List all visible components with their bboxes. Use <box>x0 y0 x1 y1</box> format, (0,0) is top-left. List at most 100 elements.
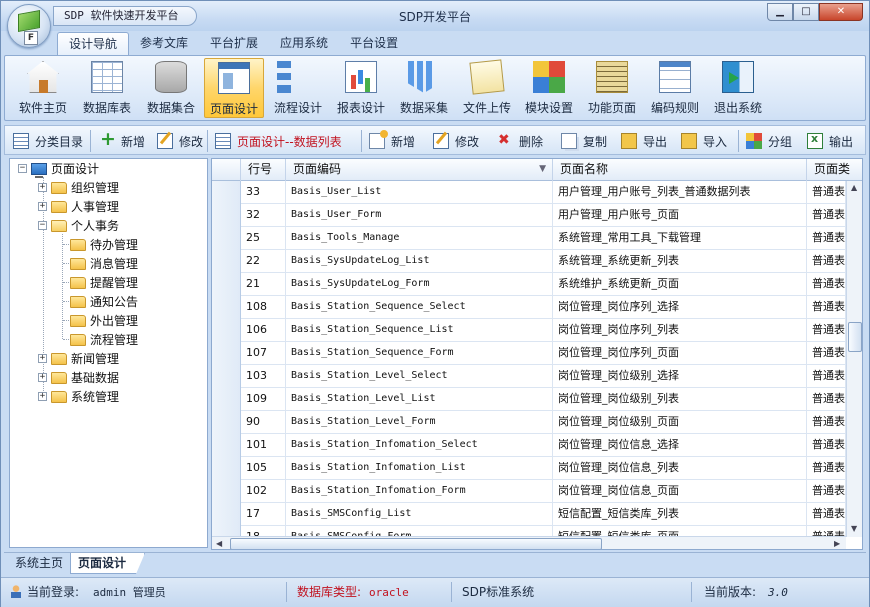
cell-name[interactable]: 用户管理_用户账号_页面 <box>553 204 807 227</box>
tree-node[interactable]: + 系统管理 <box>38 387 119 406</box>
cell-name[interactable]: 岗位管理_岗位序列_页面 <box>553 342 807 365</box>
cell-code[interactable]: Basis_SysUpdateLog_List <box>286 250 553 273</box>
tree-node[interactable]: + 组织管理 <box>38 178 119 197</box>
column-header-row-no[interactable]: 行号 <box>241 159 286 181</box>
ribbon-flow-design-button[interactable]: 流程设计 <box>268 58 328 118</box>
row-header[interactable] <box>212 273 241 296</box>
ribbon-page-design-button[interactable]: 页面设计 <box>204 58 264 118</box>
cell-type[interactable]: 普通表 <box>807 434 846 457</box>
cell-code[interactable]: Basis_Tools_Manage <box>286 227 553 250</box>
cell-name[interactable]: 岗位管理_岗位序列_选择 <box>553 296 807 319</box>
cell-no[interactable]: 25 <box>241 227 286 250</box>
cell-no[interactable]: 107 <box>241 342 286 365</box>
tree-node[interactable]: − 个人事务 <box>38 216 119 235</box>
app-menu-orb-icon[interactable]: F <box>7 4 51 48</box>
table-row[interactable]: 33 Basis_User_List 用户管理_用户账号_列表_普通数据列表 普通表 <box>212 181 846 204</box>
table-row[interactable]: 107 Basis_Station_Sequence_Form 岗位管理_岗位序列_… <box>212 342 846 365</box>
column-header-page-code[interactable]: 页面编码 ▼ <box>286 159 553 181</box>
table-row[interactable]: 21 Basis_SysUpdateLog_Form 系统维护_系统更新_页面 普通表 <box>212 273 846 296</box>
cell-code[interactable]: Basis_Station_Sequence_List <box>286 319 553 342</box>
row-header[interactable] <box>212 365 241 388</box>
ribbon-dataset-button[interactable]: 数据集合 <box>141 58 201 118</box>
cell-no[interactable]: 33 <box>241 181 286 204</box>
vertical-scroll-thumb[interactable] <box>848 322 862 352</box>
export-button[interactable]: 导出 <box>621 131 667 151</box>
tree-node[interactable]: + 人事管理 <box>38 197 119 216</box>
cell-type[interactable]: 普通表 <box>807 319 846 342</box>
select-all-corner[interactable] <box>212 159 241 181</box>
cell-type[interactable]: 普通表 <box>807 181 846 204</box>
cell-type[interactable]: 普通表 <box>807 342 846 365</box>
collapse-toggle-icon[interactable]: − <box>38 221 47 230</box>
tree-node[interactable]: 外出管理 <box>70 311 138 330</box>
cell-name[interactable]: 岗位管理_岗位级别_页面 <box>553 411 807 434</box>
expand-toggle-icon[interactable]: + <box>38 202 47 211</box>
cell-name[interactable]: 系统管理_系统更新_列表 <box>553 250 807 273</box>
cell-no[interactable]: 90 <box>241 411 286 434</box>
expand-toggle-icon[interactable]: + <box>38 183 47 192</box>
minimize-button[interactable]: ▁ <box>767 3 793 21</box>
cell-code[interactable]: Basis_Station_Level_Select <box>286 365 553 388</box>
tree-root-node[interactable]: − 页面设计 <box>18 159 99 178</box>
delete-button[interactable]: 删除 <box>497 131 543 151</box>
table-row[interactable]: 108 Basis_Station_Sequence_Select 岗位管理_岗位序… <box>212 296 846 319</box>
cell-name[interactable]: 短信配置_短信类库_列表 <box>553 503 807 526</box>
doc-tab-home[interactable]: 系统主页 <box>8 553 70 574</box>
table-row[interactable]: 90 Basis_Station_Level_Form 岗位管理_岗位级别_页面 普通… <box>212 411 846 434</box>
tree-node[interactable]: 通知公告 <box>70 292 138 311</box>
tree-node[interactable]: 待办管理 <box>70 235 138 254</box>
ribbon-file-upload-button[interactable]: 文件上传 <box>457 58 517 118</box>
cell-code[interactable]: Basis_Station_Sequence_Select <box>286 296 553 319</box>
table-row[interactable]: 22 Basis_SysUpdateLog_List 系统管理_系统更新_列表 普通表 <box>212 250 846 273</box>
cell-type[interactable]: 普通表 <box>807 204 846 227</box>
tab-extension[interactable]: 平台扩展 <box>199 32 269 55</box>
cell-type[interactable]: 普通表 <box>807 480 846 503</box>
column-header-page-type[interactable]: 页面类 <box>807 159 862 181</box>
row-header[interactable] <box>212 457 241 480</box>
tab-app-system[interactable]: 应用系统 <box>269 32 339 55</box>
row-header[interactable] <box>212 434 241 457</box>
collapse-toggle-icon[interactable]: − <box>18 164 27 173</box>
cell-code[interactable]: Basis_SysUpdateLog_Form <box>286 273 553 296</box>
scroll-left-icon[interactable]: ◀ <box>216 539 222 548</box>
grid-add-button[interactable]: 新增 <box>369 130 415 151</box>
tree-node[interactable]: 提醒管理 <box>70 273 138 292</box>
horizontal-scrollbar[interactable]: ◀ ▶ <box>212 536 846 549</box>
cell-code[interactable]: Basis_Station_Level_List <box>286 388 553 411</box>
row-header[interactable] <box>212 181 241 204</box>
cell-no[interactable]: 101 <box>241 434 286 457</box>
cell-name[interactable]: 岗位管理_岗位信息_列表 <box>553 457 807 480</box>
cell-no[interactable]: 105 <box>241 457 286 480</box>
tree-node[interactable]: + 基础数据 <box>38 368 119 387</box>
cell-type[interactable]: 普通表 <box>807 503 846 526</box>
cell-type[interactable]: 普通表 <box>807 273 846 296</box>
ribbon-db-table-button[interactable]: 数据库表 <box>77 58 137 118</box>
cell-no[interactable]: 21 <box>241 273 286 296</box>
row-header[interactable] <box>212 480 241 503</box>
grid-edit-button[interactable]: 修改 <box>433 131 479 151</box>
table-row[interactable]: 103 Basis_Station_Level_Select 岗位管理_岗位级别_选… <box>212 365 846 388</box>
cell-type[interactable]: 普通表 <box>807 411 846 434</box>
group-button[interactable]: 分组 <box>746 131 792 151</box>
row-header[interactable] <box>212 411 241 434</box>
close-button[interactable]: ✕ <box>819 3 863 21</box>
scroll-up-icon[interactable]: ▲ <box>851 183 857 192</box>
ribbon-function-page-button[interactable]: 功能页面 <box>582 58 642 118</box>
cell-type[interactable]: 普通表 <box>807 457 846 480</box>
tree-node[interactable]: + 新闻管理 <box>38 349 119 368</box>
cell-type[interactable]: 普通表 <box>807 296 846 319</box>
row-header[interactable] <box>212 227 241 250</box>
cell-name[interactable]: 岗位管理_岗位级别_选择 <box>553 365 807 388</box>
ribbon-report-design-button[interactable]: 报表设计 <box>331 58 391 118</box>
ribbon-module-settings-button[interactable]: 模块设置 <box>519 58 579 118</box>
row-header[interactable] <box>212 503 241 526</box>
ribbon-data-collect-button[interactable]: 数据采集 <box>394 58 454 118</box>
cell-no[interactable]: 106 <box>241 319 286 342</box>
tab-reference[interactable]: 参考文库 <box>129 32 199 55</box>
cell-code[interactable]: Basis_Station_Infomation_List <box>286 457 553 480</box>
cell-no[interactable]: 32 <box>241 204 286 227</box>
cell-name[interactable]: 岗位管理_岗位信息_页面 <box>553 480 807 503</box>
row-header[interactable] <box>212 204 241 227</box>
cell-type[interactable]: 普通表 <box>807 250 846 273</box>
cell-name[interactable]: 系统管理_常用工具_下载管理 <box>553 227 807 250</box>
